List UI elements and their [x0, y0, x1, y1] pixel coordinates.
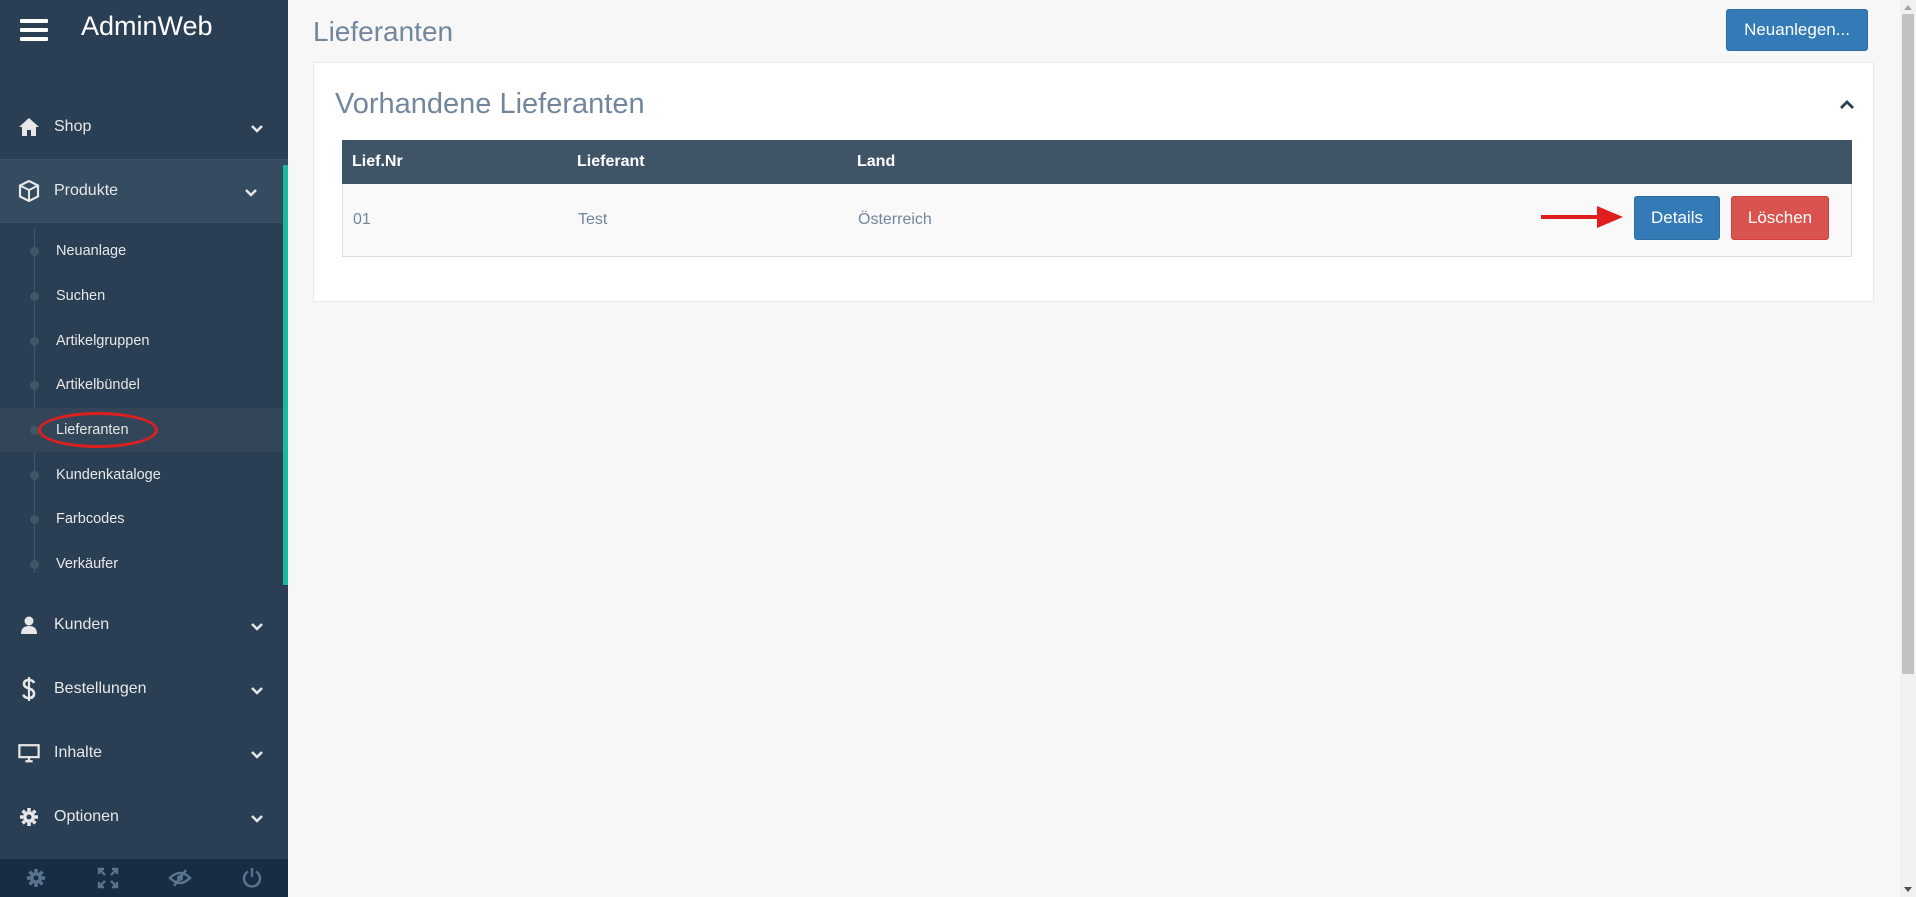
annotation-arrow-icon: [1539, 202, 1625, 237]
monitor-icon: [18, 742, 40, 764]
panel-title: Vorhandene Lieferanten: [335, 88, 645, 120]
sidebar-item-suchen[interactable]: Suchen: [0, 274, 288, 319]
home-icon: [18, 116, 40, 138]
bullet-dot: [30, 515, 39, 525]
chevron-down-icon: [250, 121, 264, 139]
column-header-nr: Lief.Nr: [352, 153, 403, 170]
sidebar-item-artikelbuendel[interactable]: Artikelbündel: [0, 363, 288, 408]
table-row: 01 Test Österreich Details Löschen: [342, 184, 1852, 257]
sidebar-item-label: Kunden: [54, 615, 110, 633]
sub-item-label: Farbcodes: [56, 511, 125, 528]
sidebar-item-kundenkataloge[interactable]: Kundenkataloge: [0, 452, 288, 497]
page-scrollbar[interactable]: [1900, 0, 1916, 897]
sidebar-item-label: Bestellungen: [54, 679, 147, 697]
chevron-down-icon: [250, 683, 264, 701]
chevron-down-icon: [250, 747, 264, 765]
chevron-down-icon: [244, 185, 258, 203]
cell-land: Österreich: [858, 211, 932, 228]
sidebar-item-lieferanten[interactable]: Lieferanten: [0, 407, 288, 453]
bullet-dot: [30, 247, 39, 257]
chevron-down-icon: [250, 619, 264, 637]
annotation-ellipse: [38, 411, 158, 448]
bullet-dot: [30, 336, 39, 346]
brand-title: AdminWeb: [81, 10, 213, 41]
fullscreen-icon[interactable]: [72, 859, 144, 897]
sub-item-label: Artikelgruppen: [56, 332, 150, 349]
suppliers-panel: Vorhandene Lieferanten Lief.Nr Lieferant…: [313, 62, 1874, 302]
page-title: Lieferanten: [313, 16, 454, 47]
sidebar-item-label: Shop: [54, 118, 92, 135]
bullet-dot: [30, 470, 39, 480]
sub-item-label: Artikelbündel: [56, 377, 140, 394]
sub-item-label: Neuanlage: [56, 243, 127, 260]
produkte-submenu: Neuanlage Suchen Artikelgruppen Artikelb…: [0, 223, 288, 593]
scroll-down-arrow-icon[interactable]: [1900, 883, 1916, 897]
sidebar-item-label: Inhalte: [54, 743, 103, 761]
chevron-up-icon[interactable]: [1839, 97, 1855, 115]
scroll-up-arrow-icon[interactable]: [1900, 0, 1916, 14]
sidebar-item-verkaeufer[interactable]: Verkäufer: [0, 542, 288, 587]
sidebar-item-artikelgruppen[interactable]: Artikelgruppen: [0, 318, 288, 363]
sidebar-item-label: Optionen: [54, 807, 119, 825]
new-supplier-button[interactable]: Neuanlegen...: [1726, 9, 1868, 51]
sidebar-item-farbcodes[interactable]: Farbcodes: [0, 497, 288, 542]
column-header-lieferant: Lieferant: [577, 153, 645, 170]
cell-nr: 01: [353, 211, 371, 228]
sidebar: AdminWeb Shop Produkte Neuanlage Suchen: [0, 0, 288, 897]
table-header: Lief.Nr Lieferant Land: [342, 140, 1852, 184]
sidebar-item-kunden[interactable]: Kunden: [0, 593, 288, 657]
sub-item-label: Suchen: [56, 288, 106, 305]
details-button[interactable]: Details: [1634, 196, 1720, 240]
bullet-dot: [30, 292, 39, 302]
sidebar-item-shop[interactable]: Shop: [0, 95, 288, 159]
cell-lieferant: Test: [578, 211, 608, 228]
suppliers-table: Lief.Nr Lieferant Land 01 Test Österreic…: [342, 140, 1852, 257]
sidebar-item-neuanlage[interactable]: Neuanlage: [0, 229, 288, 274]
settings-icon[interactable]: [0, 859, 72, 897]
main-content: Lieferanten Neuanlegen... Vorhandene Lie…: [288, 0, 1916, 897]
gear-icon: [18, 806, 40, 828]
bullet-dot: [30, 381, 39, 391]
user-icon: [18, 614, 40, 636]
sidebar-menu: Shop Produkte Neuanlage Suchen Artikelgr…: [0, 95, 288, 849]
sidebar-item-produkte[interactable]: Produkte: [0, 159, 288, 223]
cube-icon: [18, 180, 40, 202]
sub-item-label: Verkäufer: [56, 556, 119, 573]
eye-slash-icon[interactable]: [144, 859, 216, 897]
power-icon[interactable]: [216, 859, 288, 897]
sub-item-label: Kundenkataloge: [56, 466, 161, 483]
brand-bar: AdminWeb: [0, 0, 288, 60]
chevron-down-icon: [250, 811, 264, 829]
dollar-icon: [18, 676, 40, 701]
scrollbar-thumb[interactable]: [1902, 14, 1914, 674]
sidebar-item-label: Produkte: [54, 182, 119, 199]
column-header-land: Land: [857, 153, 896, 170]
sidebar-footer: [0, 859, 288, 897]
hamburger-menu-icon[interactable]: [20, 19, 48, 41]
bullet-dot: [30, 560, 39, 570]
sidebar-item-optionen[interactable]: Optionen: [0, 785, 288, 849]
delete-button[interactable]: Löschen: [1731, 196, 1829, 240]
sidebar-item-inhalte[interactable]: Inhalte: [0, 721, 288, 785]
sidebar-item-bestellungen[interactable]: Bestellungen: [0, 657, 288, 721]
